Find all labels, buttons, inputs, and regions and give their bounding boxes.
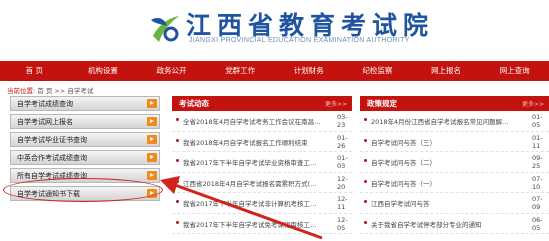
sidebar-item-label: 中英合作考试成绩查询 xyxy=(17,154,87,162)
news-date: 12- 11 xyxy=(337,195,348,211)
arrow-right-icon xyxy=(147,135,157,144)
arrow-right-icon xyxy=(147,99,157,108)
list-item[interactable]: 自学考试问与答（一） 07- 10 xyxy=(360,173,549,193)
sidebar-item-score-query[interactable]: 自学考试成绩查询 xyxy=(10,96,160,111)
list-item[interactable]: 我省2017年下半年自学考试非计算机考核工… 12- 11 xyxy=(172,193,352,214)
nav-online-registration[interactable]: 网上报名 xyxy=(412,61,481,81)
sidebar-item-label: 自学考试成绩查询 xyxy=(17,100,73,108)
exam-authority-logo-icon xyxy=(151,16,179,42)
news-title[interactable]: 全省2018年4月自学考试考务工作会议在南昌… xyxy=(183,116,323,126)
arrow-right-icon xyxy=(147,117,157,126)
policy-title[interactable]: 2018年4月份江西省自学考试报名常见问题解… xyxy=(371,116,521,126)
arrow-right-icon xyxy=(147,153,157,162)
policy-title[interactable]: 自学考试问与答（一） xyxy=(371,178,521,188)
list-item[interactable]: 2018年4月份江西省自学考试报名常见问题解… 01- 05 xyxy=(360,111,549,132)
panel-title: 政策规定 xyxy=(367,99,397,108)
list-item[interactable]: 江西省2018年4月自学考试报名需累积方式(… 12- 20 xyxy=(172,173,352,193)
news-list: 全省2018年4月自学考试考务工作会议在南昌… 03- 23 我省2018年4月自… xyxy=(172,111,352,234)
nav-party-work[interactable]: 党群工作 xyxy=(206,61,275,81)
bullet-icon xyxy=(176,159,179,162)
list-item[interactable]: 自学考试问与答（二） 09- 25 xyxy=(360,152,549,173)
policy-date: 06- 05 xyxy=(532,215,543,232)
sidebar-item-label: 自学考试网上报名 xyxy=(17,118,73,126)
news-date: 01- 26 xyxy=(337,133,348,150)
bullet-icon xyxy=(176,118,179,121)
site-subtitle: JIANGXI PROVINCIAL EDUCATION EXAMINATION… xyxy=(189,37,410,44)
more-link[interactable]: 更多>> xyxy=(522,99,544,108)
bullet-icon xyxy=(176,138,179,142)
nav-discipline[interactable]: 纪检监察 xyxy=(343,61,412,81)
news-title[interactable]: 我省2017年下半年自学考试免考课程审核工… xyxy=(183,219,323,229)
bullet-icon xyxy=(364,200,367,203)
nav-finance[interactable]: 计划财务 xyxy=(275,61,344,81)
bullet-icon xyxy=(176,179,179,183)
list-item[interactable]: 我省2017年下半年自学考试毕业资格审查工… 01- 03 xyxy=(172,152,352,173)
policy-title[interactable]: 自学考试问与答（二） xyxy=(371,157,521,167)
news-title[interactable]: 我省2018年4月自学考试报名工作顺利结束 xyxy=(183,137,323,147)
news-date: 12- 20 xyxy=(337,174,348,191)
news-title[interactable]: 我省2017年下半年自学考试毕业资格审查工… xyxy=(183,157,323,167)
breadcrumb: 当前位置: 首 页 >> 自学考试 xyxy=(7,85,93,95)
policy-title[interactable]: 江西自学考试问与答 xyxy=(371,198,521,208)
bullet-icon xyxy=(176,200,179,203)
bullet-icon xyxy=(364,159,367,162)
panel-header: 考试动态 更多>> xyxy=(172,96,352,111)
news-date: 12- 05 xyxy=(337,215,348,232)
bullet-icon xyxy=(364,220,367,224)
list-item[interactable]: 江西自学考试问与答 07- 09 xyxy=(360,193,549,214)
bullet-icon xyxy=(364,179,367,183)
sidebar-item-sino-british-score-query[interactable]: 中英合作考试成绩查询 xyxy=(10,150,160,165)
nav-home[interactable]: 首 页 xyxy=(0,61,69,81)
policy-panel: 政策规定 更多>> 2018年4月份江西省自学考试报名常见问题解… 01- 05 … xyxy=(360,96,549,241)
highlight-annotation-ring xyxy=(3,178,163,202)
policy-date: 01- 05 xyxy=(532,113,543,129)
sidebar-item-certificate-query[interactable]: 自学考试毕业证书查询 xyxy=(10,132,160,147)
list-item[interactable]: 关于我省自学考试停考部分专业的通知 06- 05 xyxy=(360,214,549,234)
breadcrumb-path[interactable]: 首 页 >> 自学考试 xyxy=(37,87,93,95)
sidebar-item-label: 自学考试毕业证书查询 xyxy=(17,136,87,144)
news-title[interactable]: 江西省2018年4月自学考试报名需累积方式(… xyxy=(183,178,323,188)
news-date: 01- 03 xyxy=(337,154,348,170)
bullet-icon xyxy=(364,138,367,142)
nav-online-query[interactable]: 网上查询 xyxy=(480,61,549,81)
breadcrumb-prefix: 当前位置: xyxy=(7,87,36,95)
news-title[interactable]: 我省2017年下半年自学考试非计算机考核工… xyxy=(183,198,323,208)
list-item[interactable]: 自学考试问与答（三） 01- 11 xyxy=(360,132,549,152)
panel-title: 考试动态 xyxy=(179,99,209,108)
policy-title[interactable]: 关于我省自学考试停考部分专业的通知 xyxy=(371,219,521,229)
policy-title[interactable]: 自学考试问与答（三） xyxy=(371,137,521,147)
policy-date: 07- 10 xyxy=(532,174,543,191)
nav-organization[interactable]: 机构设置 xyxy=(69,61,138,81)
policy-date: 07- 09 xyxy=(532,195,543,211)
policy-date: 09- 25 xyxy=(532,154,543,170)
exam-news-panel: 考试动态 更多>> 全省2018年4月自学考试考务工作会议在南昌… 03- 23 … xyxy=(172,96,352,241)
list-item[interactable]: 我省2018年4月自学考试报名工作顺利结束 01- 26 xyxy=(172,132,352,152)
more-link[interactable]: 更多>> xyxy=(325,99,347,108)
policy-date: 01- 11 xyxy=(532,133,543,150)
nav-government-affairs[interactable]: 政务公开 xyxy=(137,61,206,81)
panel-header: 政策规定 更多>> xyxy=(360,96,549,111)
main-nav: 首 页 机构设置 政务公开 党群工作 计划财务 纪检监察 网上报名 网上查询 xyxy=(0,61,549,81)
bullet-icon xyxy=(176,220,179,224)
bullet-icon xyxy=(364,118,367,121)
list-item[interactable]: 全省2018年4月自学考试考务工作会议在南昌… 03- 23 xyxy=(172,111,352,132)
site-header: 江西省教育考试院 JIANGXI PROVINCIAL EDUCATION EX… xyxy=(0,0,549,58)
news-date: 03- 23 xyxy=(337,113,348,129)
arrow-right-icon xyxy=(147,171,157,180)
list-item[interactable]: 我省2017年下半年自学考试免考课程审核工… 12- 05 xyxy=(172,214,352,234)
policy-list: 2018年4月份江西省自学考试报名常见问题解… 01- 05 自学考试问与答（三）… xyxy=(360,111,549,234)
sidebar-item-online-registration[interactable]: 自学考试网上报名 xyxy=(10,114,160,129)
